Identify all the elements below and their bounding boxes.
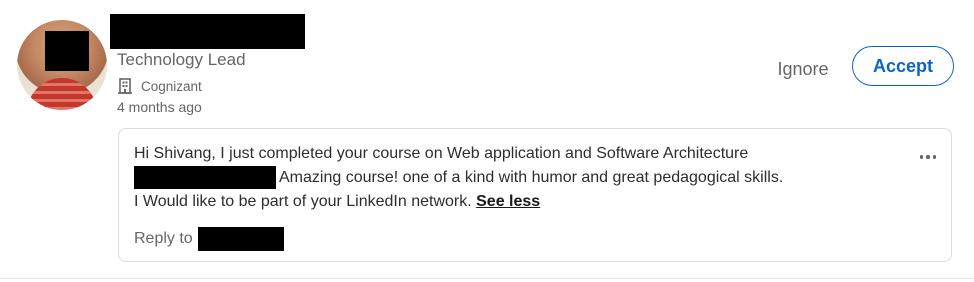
sender-name-redaction[interactable] (110, 14, 305, 49)
reply-recipient-redaction (197, 227, 284, 251)
reply-label: Reply to (134, 230, 193, 247)
avatar[interactable] (17, 20, 107, 110)
avatar-shirt (27, 78, 97, 110)
dot (919, 155, 924, 159)
avatar-redaction (45, 31, 89, 71)
ignore-button[interactable]: Ignore (762, 56, 844, 82)
sender-company: Cognizant (118, 77, 202, 95)
reply-link[interactable]: Reply to (134, 227, 284, 251)
sender-headline: Technology Lead (117, 50, 246, 69)
message-line-2: Amazing course! one of a kind with humor… (279, 169, 784, 186)
invitation-message: Hi Shivang, I just completed your course… (118, 128, 952, 262)
building-icon (118, 78, 132, 94)
dot (932, 155, 937, 159)
dot (926, 155, 930, 159)
message-line-3: I Would like to be part of your LinkedIn… (134, 192, 540, 212)
see-less-link[interactable]: See less (476, 193, 540, 210)
accept-button[interactable]: Accept (852, 46, 954, 86)
more-options-icon[interactable] (916, 149, 940, 165)
invitation-timestamp: 4 months ago (117, 99, 202, 115)
divider (0, 278, 974, 279)
invitation-card: Technology Lead Cognizant 4 months ago I… (0, 0, 974, 282)
message-redaction (134, 166, 276, 189)
message-line-3-text: I Would like to be part of your LinkedIn… (134, 193, 472, 210)
message-line-1: Hi Shivang, I just completed your course… (134, 145, 749, 162)
company-name: Cognizant (141, 78, 202, 94)
